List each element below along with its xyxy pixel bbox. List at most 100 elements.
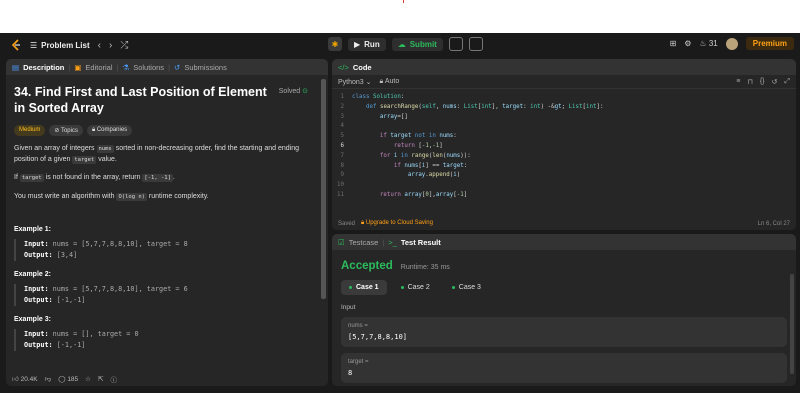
example-input: nums = [5,7,7,8,8,10], target = 6 [48, 285, 188, 293]
language-select[interactable]: Python3 ⌄ [338, 78, 372, 86]
code-line[interactable]: 7 for i in range(len(nums)): [332, 152, 796, 162]
example-title: Example 2: [14, 271, 51, 278]
tab-test-result[interactable]: Test Result [401, 238, 441, 247]
statement-text: Given an array of integers [14, 145, 97, 152]
code-line[interactable]: 5 if target not in nums: [332, 132, 796, 142]
tab-divider: | [168, 62, 171, 72]
output-label: Output: [24, 251, 53, 259]
statement-text: You must write an algorithm with [14, 192, 117, 200]
code-header: </> Code [332, 59, 796, 75]
submit-label: Submit [409, 39, 437, 49]
settings-gear-icon[interactable]: ⚙ [684, 39, 691, 48]
dislike-button[interactable]: 👎︎ [45, 375, 52, 383]
layout-grid-icon[interactable]: ⊞ [670, 39, 677, 48]
statement-text: . [172, 174, 175, 181]
case-label: Case 2 [407, 284, 430, 291]
checkbox-icon: ☑ [338, 237, 345, 247]
example-input: nums = [], target = 0 [48, 330, 139, 338]
description-scrollbar[interactable] [321, 79, 326, 299]
reset-icon[interactable]: ↺ [772, 78, 778, 86]
code-line[interactable]: 11 return array[0],array[-1] [332, 191, 796, 201]
code-line[interactable]: 4 [332, 122, 796, 132]
line-number: 1 [340, 94, 345, 100]
code-line[interactable]: 6 return [-1,-1] [332, 142, 796, 152]
share-icon[interactable]: ⇱ [98, 375, 103, 383]
notes-icon[interactable] [468, 37, 483, 51]
input-value: 8 [348, 369, 353, 377]
help-icon[interactable]: ⓘ [110, 374, 117, 384]
red-marker [403, 0, 404, 3]
code-icon: </> [338, 62, 349, 72]
statement-text: value. [96, 155, 117, 163]
runtime-label: Runtime: 35 ms [400, 264, 450, 271]
expand-icon[interactable]: ⤢ [784, 78, 790, 86]
problem-list-label: Problem List [41, 40, 90, 50]
code-text: def searchRange(self, nums: List[int], t… [365, 103, 604, 110]
topics-tag[interactable]: ⊘ Topics [49, 125, 83, 136]
leetcode-logo-icon[interactable] [10, 39, 22, 51]
companies-tag[interactable]: 🔒︎ Companies [86, 125, 133, 136]
streak-counter[interactable]: ♨ 31 [699, 39, 717, 48]
tab-editorial[interactable]: Editorial [85, 63, 112, 72]
input-box: nums = [5,7,7,8,8,10] [341, 317, 787, 347]
code-text: class Solution: [352, 94, 405, 100]
tab-divider: | [382, 237, 385, 247]
statement-text: is not found in the array, return [43, 174, 143, 181]
debug-icon[interactable]: ✱ [328, 37, 342, 51]
case-tab-3[interactable]: Case 3 [444, 280, 489, 295]
shuffle-icon[interactable]: ⤮ [120, 40, 128, 51]
tab-code[interactable]: Code [353, 63, 372, 72]
tab-submissions[interactable]: Submissions [184, 63, 227, 72]
thumbs-down-icon: 👎︎ [44, 375, 52, 383]
problem-tags: Medium ⊘ Topics 🔒︎ Companies [14, 125, 320, 136]
tab-testcase[interactable]: Testcase [349, 238, 379, 247]
input-label: Input: [24, 240, 49, 248]
tab-solutions[interactable]: Solutions [133, 63, 164, 72]
line-number: 11 [337, 191, 344, 198]
submit-button[interactable]: ☁ Submit [391, 37, 443, 51]
comments-button[interactable]: ◯ 185 [58, 375, 78, 383]
editor-actions: ≡ ⊓ {} ↺ ⤢ [736, 78, 790, 86]
code-line[interactable]: 3 array=[] [332, 113, 796, 123]
code-line[interactable]: 2 def searchRange(self, nums: List[int],… [332, 103, 796, 113]
inline-code: nums [96, 145, 114, 153]
output-label: Output: [24, 296, 53, 304]
example-title: Example 3: [14, 316, 51, 323]
favorite-star-icon[interactable]: ☆ [85, 375, 91, 383]
check-circle-icon: ⊙ [302, 88, 308, 95]
difficulty-badge: Medium [14, 125, 46, 136]
pass-dot-icon [349, 286, 352, 289]
case-tab-2[interactable]: Case 2 [393, 280, 438, 295]
example-output: [-1,-1] [52, 341, 86, 349]
editor-toolbar: Python3 ⌄ 🔒︎ Auto ≡ ⊓ {} ↺ ⤢ [332, 75, 796, 89]
line-number: 3 [340, 113, 345, 120]
format-icon[interactable]: ≡ [736, 78, 740, 86]
description-footer: 👍︎ 20.4K 👎︎ ◯ 185 ☆ ⇱ ⓘ [6, 371, 328, 386]
next-problem-icon[interactable]: › [109, 40, 112, 51]
timer-icon[interactable] [448, 37, 463, 51]
avatar[interactable] [725, 37, 738, 50]
upgrade-label: Upgrade to Cloud Saving [365, 220, 433, 226]
output-label: Output: [24, 341, 53, 349]
code-line[interactable]: 10 [332, 181, 796, 191]
problem-list-button[interactable]: ☰ Problem List [30, 41, 90, 50]
upgrade-link[interactable]: 🔒︎ Upgrade to Cloud Saving [361, 220, 433, 227]
cursor-position: Ln 6, Col 27 [757, 220, 790, 227]
result-scrollbar[interactable] [790, 274, 794, 374]
tab-description[interactable]: Description [23, 63, 64, 72]
autocomplete-toggle[interactable]: 🔒︎ Auto [380, 78, 400, 86]
premium-button[interactable]: Premium [745, 37, 794, 50]
braces-icon[interactable]: {} [760, 78, 765, 86]
code-line[interactable]: 8 if nums[i] == target: [332, 162, 796, 172]
input-key: nums = [348, 323, 368, 329]
code-line[interactable]: 1 class Solution: [332, 93, 796, 103]
like-button[interactable]: 👍︎ 20.4K [12, 375, 38, 383]
code-editor[interactable]: 1 class Solution: 2 def searchRange(self, … [332, 89, 796, 201]
code-line[interactable]: 9 array.append(i) [332, 171, 796, 181]
bookmark-icon[interactable]: ⊓ [747, 78, 752, 86]
statement-text: If [14, 174, 20, 181]
code-text: return [-1,-1] [393, 142, 443, 149]
case-tab-1[interactable]: Case 1 [341, 280, 387, 295]
run-button[interactable]: ▶ Run [348, 37, 386, 51]
prev-problem-icon[interactable]: ‹ [98, 40, 101, 51]
